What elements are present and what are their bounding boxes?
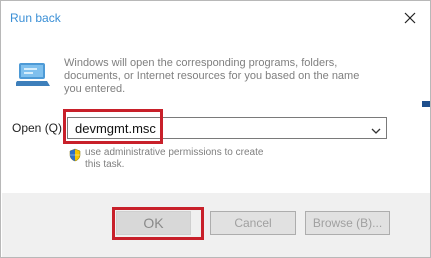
close-icon[interactable]: [401, 9, 419, 27]
cancel-button[interactable]: Cancel: [210, 211, 296, 235]
open-label: Open (Q): [12, 121, 63, 135]
edge-marker: [422, 101, 430, 107]
open-input-value[interactable]: devmgmt.msc: [75, 121, 156, 136]
uac-shield-icon: [69, 148, 81, 162]
description-text: Windows will open the corresponding prog…: [64, 57, 360, 95]
chevron-down-icon[interactable]: [370, 123, 382, 134]
run-dialog: Run back Windows will open the correspon…: [0, 0, 431, 258]
dialog-title: Run back: [10, 11, 61, 25]
ok-button[interactable]: OK: [116, 211, 191, 235]
open-combobox[interactable]: devmgmt.msc: [67, 117, 387, 139]
run-app-icon: [14, 59, 52, 89]
browse-button[interactable]: Browse (B)...: [305, 211, 390, 235]
admin-permission-note: use administrative permissions to create…: [85, 147, 264, 170]
